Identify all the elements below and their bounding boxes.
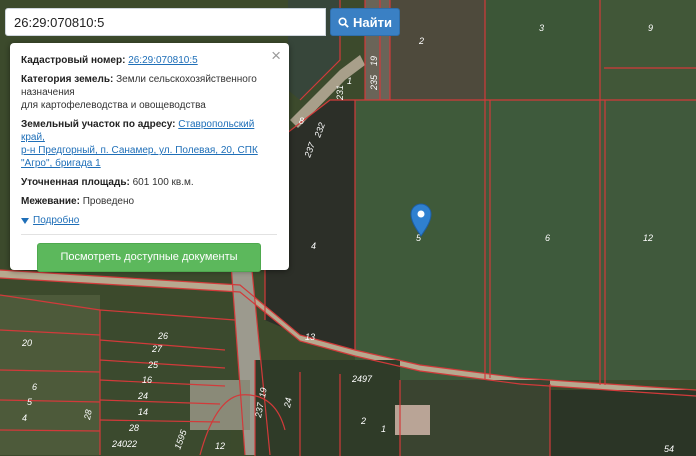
usage-value: для картофелеводства и овощеводства [21, 100, 206, 111]
parcel-label: 3 [539, 23, 544, 33]
more-details-label: Подробно [33, 215, 80, 226]
cadastral-row: Кадастровый номер: 26:29:070810:5 [21, 54, 277, 67]
survey-label: Межевание: [21, 196, 80, 207]
parcel-label: 19 [257, 387, 269, 399]
search-icon [338, 16, 349, 28]
survey-value: Проведено [82, 196, 135, 207]
parcel-label: 14 [138, 407, 148, 417]
parcel-label: 12 [215, 441, 225, 451]
divider [21, 234, 277, 235]
parcel-label: 27 [151, 344, 163, 354]
cadastral-number-link[interactable]: 26:29:070810:5 [128, 55, 198, 66]
view-documents-button[interactable]: Посмотреть доступные документы [37, 243, 261, 272]
parcel-label: 28 [82, 409, 94, 422]
parcel-label: 9 [648, 23, 653, 33]
parcel-label: 26 [157, 331, 168, 341]
chevron-down-icon [21, 217, 29, 224]
parcel-label: 6 [545, 233, 550, 243]
address-label: Земельный участок по адресу: [21, 119, 176, 130]
parcel-label: 6 [32, 382, 37, 392]
survey-row: Межевание: Проведено [21, 195, 277, 208]
parcel-label: 54 [664, 444, 674, 454]
parcel-label: 4 [311, 241, 316, 251]
parcel-label: 4 [22, 413, 27, 423]
close-icon[interactable]: × [271, 47, 281, 64]
search-input[interactable] [5, 8, 326, 36]
parcel-label: 13 [305, 332, 315, 342]
parcel-label: 24022 [111, 439, 137, 449]
search-button-label: Найти [353, 14, 392, 30]
category-row: Категория земель: Земли сельскохозяйстве… [21, 73, 277, 112]
parcel-label: 20 [21, 338, 32, 348]
area-row: Уточненная площадь: 601 100 кв.м. [21, 176, 277, 189]
search-button[interactable]: Найти [330, 8, 400, 36]
address-link-line3[interactable]: "Агро", бригада 1 [21, 158, 101, 169]
parcel-info-popup: × Кадастровый номер: 26:29:070810:5 Кате… [10, 43, 289, 272]
address-row: Земельный участок по адресу: Ставропольс… [21, 118, 277, 170]
search-bar: Найти [5, 8, 400, 36]
category-value-line2: назначения [21, 87, 75, 98]
parcel-label: 231 [335, 85, 345, 101]
area-label: Уточненная площадь: [21, 177, 130, 188]
parcel-label: 2497 [351, 374, 373, 384]
parcel-label: 2 [360, 416, 366, 426]
address-link-line2[interactable]: р-н Предгорный, п. Санамер, ул. Полевая,… [21, 145, 258, 156]
parcel-label: 235 [369, 74, 379, 91]
parcel-label: 1 [347, 76, 352, 86]
parcel-label: 8 [299, 116, 304, 126]
parcel-label: 25 [147, 360, 159, 370]
area-value: 601 100 кв.м. [132, 177, 194, 188]
parcel-label: 1 [381, 424, 386, 434]
parcel-label: 19 [369, 56, 379, 66]
parcel-label: 24 [282, 397, 294, 410]
parcel-label: 12 [643, 233, 653, 243]
parcel-label: 2 [418, 36, 424, 46]
parcel-label: 16 [142, 375, 152, 385]
cadastral-label: Кадастровый номер: [21, 55, 126, 66]
more-details-link[interactable]: Подробно [21, 214, 277, 227]
category-value-line1: Земли сельскохозяйственного [116, 74, 257, 85]
parcel-label: 28 [128, 423, 139, 433]
parcel-label: 24 [137, 391, 148, 401]
category-label: Категория земель: [21, 74, 114, 85]
